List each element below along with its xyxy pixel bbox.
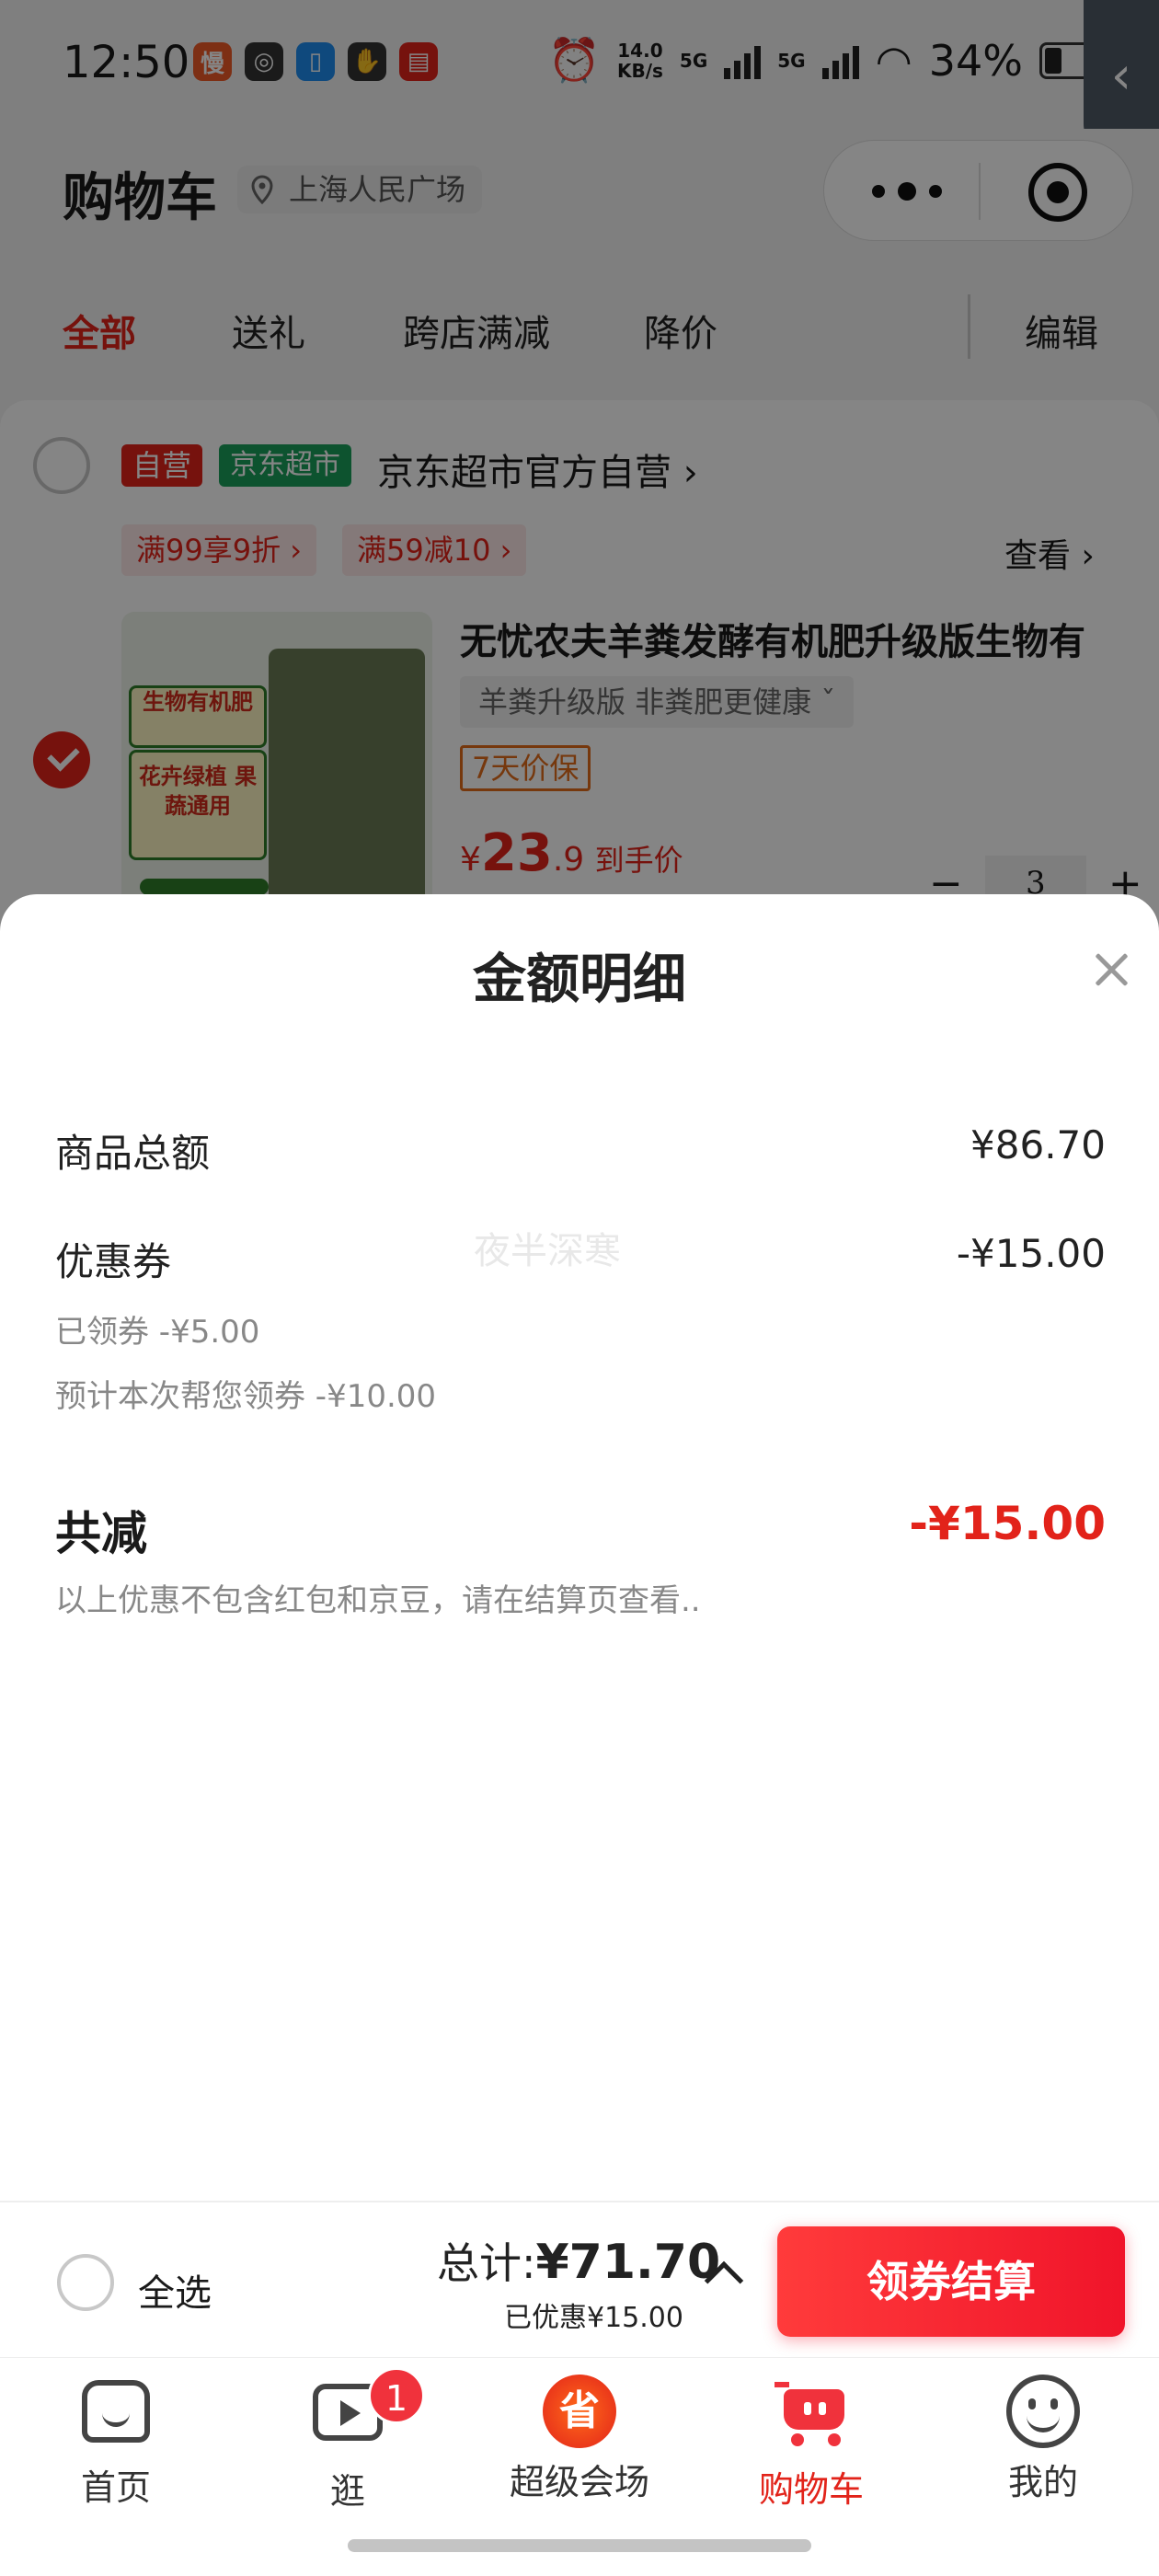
coupon-auto-claim: 预计本次帮您领券 -¥10.00	[55, 1378, 437, 1415]
nav-home-label: 首页	[80, 2467, 151, 2508]
home-indicator	[348, 2539, 811, 2552]
coupon-claimed: 已领券 -¥5.00	[55, 1314, 260, 1351]
saved-amount: 已优惠¥15.00	[504, 2302, 683, 2334]
checkout-button[interactable]: 领券结算	[777, 2226, 1125, 2337]
nav-home[interactable]: 首页	[24, 2375, 208, 2510]
watermark: 夜半深寒	[474, 1230, 621, 1272]
coupon-label: 优惠券	[55, 1239, 172, 1284]
total-discount-label: 共减	[55, 1507, 147, 1560]
total-amount: 总计:¥71.70	[437, 2230, 720, 2291]
amount-detail-sheet: 金额明细 商品总额 ¥86.70 夜半深寒 优惠券 -¥15.00 已领券 -¥…	[0, 894, 1159, 2201]
home-icon-wrap	[79, 2380, 153, 2454]
super-venue-icon-wrap: 省	[543, 2375, 616, 2448]
video-icon-wrap: 1	[311, 2367, 425, 2457]
checkout-bar: 全选 总计:¥71.70 已优惠¥15.00 领券结算	[0, 2201, 1159, 2357]
discount-note: 以上优惠不包含红包和京豆，请在结算页查看..	[55, 1582, 701, 1619]
sheet-title: 金额明细	[472, 948, 686, 1010]
coupon-value: -¥15.00	[956, 1231, 1106, 1276]
close-icon[interactable]	[1085, 945, 1137, 996]
nav-cart[interactable]: 购物车	[719, 2375, 903, 2512]
nav-profile[interactable]: 我的	[951, 2375, 1135, 2504]
nav-cart-label: 购物车	[758, 2469, 864, 2510]
total-label: 总计:	[437, 2238, 536, 2288]
nav-super-venue-label: 超级会场	[509, 2462, 649, 2502]
nav-explore-label: 逛	[329, 2471, 365, 2512]
total-discount-value: -¥15.00	[909, 1497, 1106, 1550]
super-venue-icon: 省	[543, 2375, 616, 2448]
goods-total-label: 商品总额	[55, 1131, 211, 1176]
select-all-label[interactable]: 全选	[138, 2263, 212, 2317]
cart-icon-wrap	[775, 2382, 848, 2455]
nav-explore[interactable]: 1 逛	[256, 2367, 440, 2513]
profile-icon	[1006, 2375, 1080, 2448]
goods-total-value: ¥86.70	[970, 1122, 1106, 1167]
cart-icon	[775, 2382, 848, 2446]
nav-super-venue[interactable]: 省 超级会场	[488, 2375, 671, 2504]
select-all-radio[interactable]	[57, 2254, 114, 2311]
total-value: ¥71.70	[535, 2235, 721, 2290]
home-icon	[82, 2380, 150, 2443]
nav-profile-label: 我的	[1007, 2462, 1078, 2502]
notification-badge: 1	[368, 2367, 425, 2424]
profile-icon-wrap	[1006, 2375, 1080, 2448]
